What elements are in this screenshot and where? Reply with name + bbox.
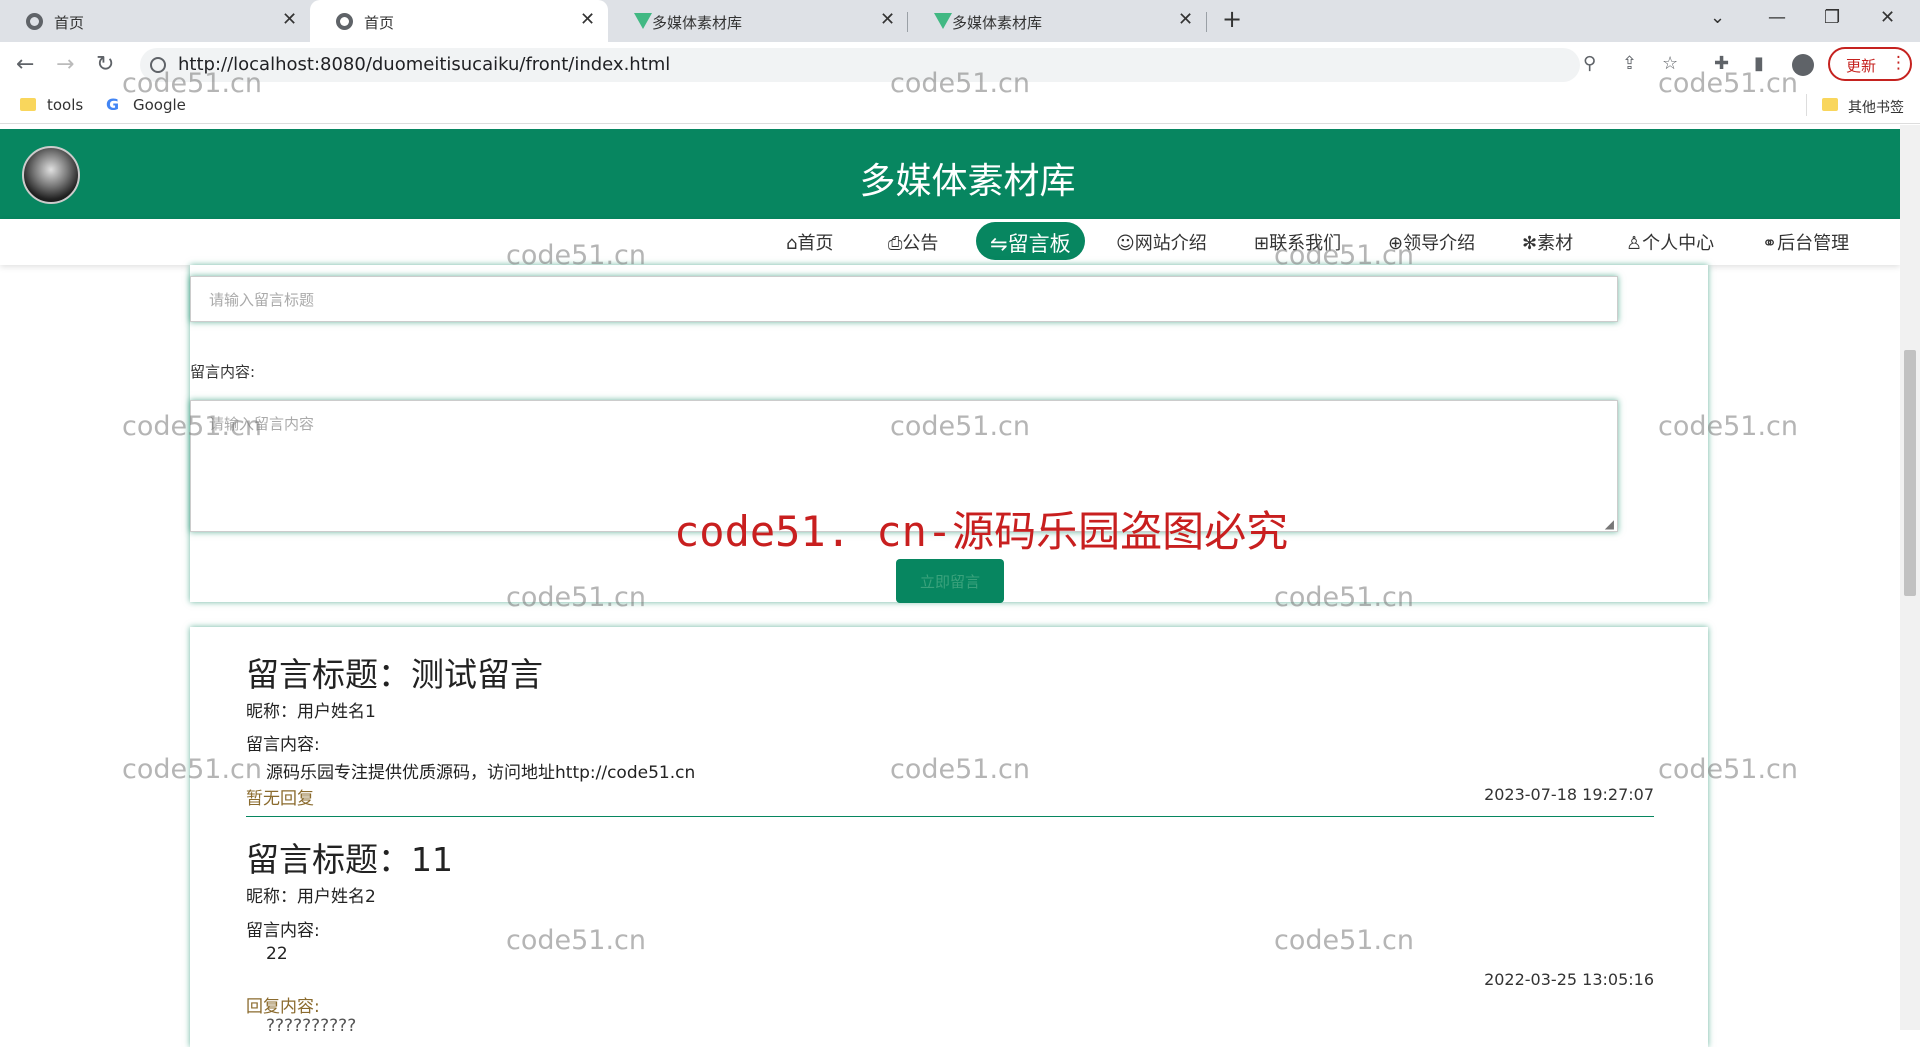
close-tab-icon[interactable]: ✕	[880, 9, 895, 30]
watermark: code51.cn	[1274, 240, 1415, 271]
message-title-input[interactable]: 请输入留言标题	[190, 276, 1618, 322]
watermark: code51.cn	[890, 411, 1031, 442]
watermark: code51.cn	[1658, 68, 1799, 99]
website-icon: ☺	[1116, 233, 1135, 254]
message-content: 源码乐园专注提供优质源码，访问地址http://code51.cn	[266, 763, 696, 783]
watermark: code51.cn	[122, 68, 263, 99]
nav-label: 公告	[902, 233, 939, 254]
material-icon: ✻	[1522, 233, 1538, 254]
watermark: code51.cn	[506, 582, 647, 613]
close-tab-icon[interactable]: ✕	[580, 9, 595, 30]
user-icon: ♙	[1626, 233, 1643, 254]
contact-icon: ⊞	[1254, 233, 1270, 254]
new-tab-icon[interactable]: +	[1222, 5, 1242, 33]
folder-icon	[1822, 98, 1838, 111]
nav-website-intro[interactable]: ☺网站介绍	[1116, 229, 1207, 255]
scrollbar-thumb[interactable]	[1904, 350, 1916, 596]
nav-label: 首页	[797, 233, 834, 254]
tab-strip: 首页 ✕ 首页 ✕ 多媒体素材库 ✕ 多媒体素材库 ✕ + ⌄ — ❐ ✕	[0, 0, 1920, 42]
resize-handle-icon[interactable]: ◢	[1605, 517, 1614, 531]
browser-tab[interactable]: 多媒体素材库 ✕	[608, 0, 908, 42]
nav-label: 个人中心	[1642, 233, 1715, 254]
message-content-label: 留言内容:	[246, 921, 320, 941]
tab-separator	[1206, 12, 1207, 32]
watermark: code51.cn	[1274, 582, 1415, 613]
watermark: code51.cn	[1274, 925, 1415, 956]
tab-title: 多媒体素材库	[952, 14, 1043, 32]
message-nickname: 昵称：用户姓名1	[246, 702, 376, 722]
google-icon: G	[106, 95, 120, 114]
close-tab-icon[interactable]: ✕	[1178, 9, 1193, 30]
update-label: 更新	[1846, 57, 1877, 75]
message-reply-status: 暂无回复	[246, 789, 314, 809]
message-title: 留言标题：测试留言	[246, 655, 543, 694]
nav-message-board[interactable]: ⇋留言板	[976, 222, 1085, 260]
message-board-icon: ⇋	[990, 232, 1008, 256]
message-date: 2023-07-18 19:27:07	[1484, 785, 1654, 804]
vue-icon	[934, 13, 952, 29]
window-close-icon[interactable]: ✕	[1880, 7, 1895, 28]
folder-icon	[20, 98, 36, 111]
submit-message-button[interactable]: 立即留言	[896, 559, 1004, 603]
nav-label: 网站介绍	[1134, 233, 1207, 254]
forward-icon[interactable]: →	[56, 52, 74, 77]
site-title: 多媒体素材库	[859, 161, 1076, 202]
watermark: code51.cn	[506, 925, 647, 956]
main-nav	[0, 219, 1900, 265]
message-content: 22	[266, 944, 288, 964]
watermark: code51.cn	[890, 754, 1031, 785]
nav-admin[interactable]: ⚭后台管理	[1762, 229, 1849, 255]
watermark: code51.cn	[122, 411, 263, 442]
tab-title: 首页	[364, 14, 395, 32]
nav-material[interactable]: ✻素材	[1522, 229, 1573, 255]
update-button[interactable]: 更新 ⋮	[1828, 47, 1912, 81]
reload-icon[interactable]: ↻	[96, 52, 114, 77]
notice-icon: ⎙	[888, 233, 903, 254]
watermark: code51.cn	[1658, 411, 1799, 442]
message-reply-content: ??????????	[266, 1016, 357, 1036]
globe-icon	[26, 13, 43, 30]
restore-icon[interactable]: ❐	[1824, 7, 1840, 28]
menu-kebab-icon: ⋮	[1890, 53, 1907, 73]
message-content-label: 留言内容:	[246, 735, 320, 755]
tab-title: 首页	[54, 14, 85, 32]
content-label: 留言内容:	[190, 363, 256, 381]
watermark: code51.cn	[506, 240, 647, 271]
back-icon[interactable]: ←	[16, 52, 34, 77]
nav-label: 留言板	[1007, 232, 1071, 256]
tab-title: 多媒体素材库	[652, 14, 743, 32]
home-icon: ⌂	[786, 233, 798, 254]
link-icon: ⚭	[1762, 233, 1778, 254]
message-date: 2022-03-25 13:05:16	[1484, 970, 1654, 989]
other-bookmarks[interactable]: 其他书签	[1848, 97, 1904, 117]
watermark: code51.cn	[890, 68, 1031, 99]
share-icon[interactable]: ⇪	[1622, 53, 1637, 74]
close-tab-icon[interactable]: ✕	[282, 9, 297, 30]
browser-tab-active[interactable]: 首页 ✕	[310, 0, 608, 42]
bookmark-separator	[1806, 94, 1807, 116]
message-title: 留言标题：11	[246, 840, 453, 879]
browser-tab[interactable]: 多媒体素材库 ✕	[908, 0, 1208, 42]
nav-label: 素材	[1537, 233, 1574, 254]
message-nickname: 昵称：用户姓名2	[246, 887, 376, 907]
watermark: code51.cn	[1658, 754, 1799, 785]
minimize-icon[interactable]: —	[1768, 7, 1786, 28]
nav-home[interactable]: ⌂首页	[786, 229, 833, 255]
browser-tab[interactable]: 首页 ✕	[0, 0, 310, 42]
watermark: code51.cn	[122, 754, 263, 785]
vue-icon	[634, 13, 652, 29]
title-placeholder: 请输入留言标题	[209, 291, 315, 309]
nav-label: 后台管理	[1777, 233, 1850, 254]
zoom-icon[interactable]: ⚲	[1583, 53, 1596, 74]
bookmark-tools[interactable]: tools	[47, 96, 83, 114]
nav-user-center[interactable]: ♙个人中心	[1626, 229, 1714, 255]
copyright-banner-watermark: code51. cn-源码乐园盗图必究	[674, 507, 1289, 556]
tab-search-chevron-icon[interactable]: ⌄	[1710, 7, 1725, 28]
message-divider	[246, 816, 1654, 817]
nav-notice[interactable]: ⎙公告	[888, 229, 938, 255]
message-reply-label: 回复内容:	[246, 997, 320, 1017]
globe-icon	[336, 13, 353, 30]
